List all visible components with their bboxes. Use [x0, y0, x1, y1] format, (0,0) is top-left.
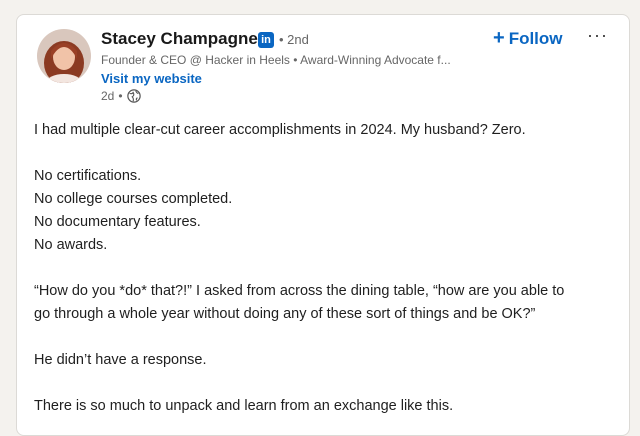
author-headline: Founder & CEO @ Hacker in Heels • Award-…	[101, 53, 451, 67]
linkedin-premium-icon: in	[258, 32, 274, 48]
follow-label: Follow	[508, 29, 563, 48]
post-text-line: No documentary features.	[34, 214, 201, 230]
connection-degree: • 2nd	[279, 32, 309, 47]
plus-icon: +	[493, 27, 505, 49]
visit-website-link[interactable]: Visit my website	[101, 71, 202, 86]
meta-separator: •	[118, 89, 123, 103]
post-text-line: No certifications.	[34, 168, 142, 184]
post-text-line: go through a whole year without doing an…	[34, 306, 536, 322]
post-text-line: I had multiple clear-cut career accompli…	[34, 122, 526, 138]
post-text-line: There is so much to unpack and learn fro…	[34, 398, 454, 414]
post-text-line: No awards.	[34, 237, 108, 253]
post-body: I had multiple clear-cut career accompli…	[34, 119, 614, 418]
post-text-line: No college courses completed.	[34, 191, 233, 207]
post-text-line: “How do you *do* that?!” I asked from ac…	[34, 283, 565, 299]
more-options-icon[interactable]: ···	[587, 25, 608, 46]
avatar-image	[37, 29, 91, 83]
post-meta: 2d •	[101, 89, 141, 103]
author-avatar[interactable]	[37, 29, 91, 83]
post-text-line: He didn’t have a response.	[34, 352, 207, 368]
feed-post-card: Stacey Champagne in • 2nd Founder & CEO …	[16, 14, 630, 436]
follow-button[interactable]: + Follow	[493, 27, 563, 50]
post-time: 2d	[101, 89, 115, 103]
author-name[interactable]: Stacey Champagne	[101, 29, 258, 49]
globe-icon	[126, 89, 141, 103]
